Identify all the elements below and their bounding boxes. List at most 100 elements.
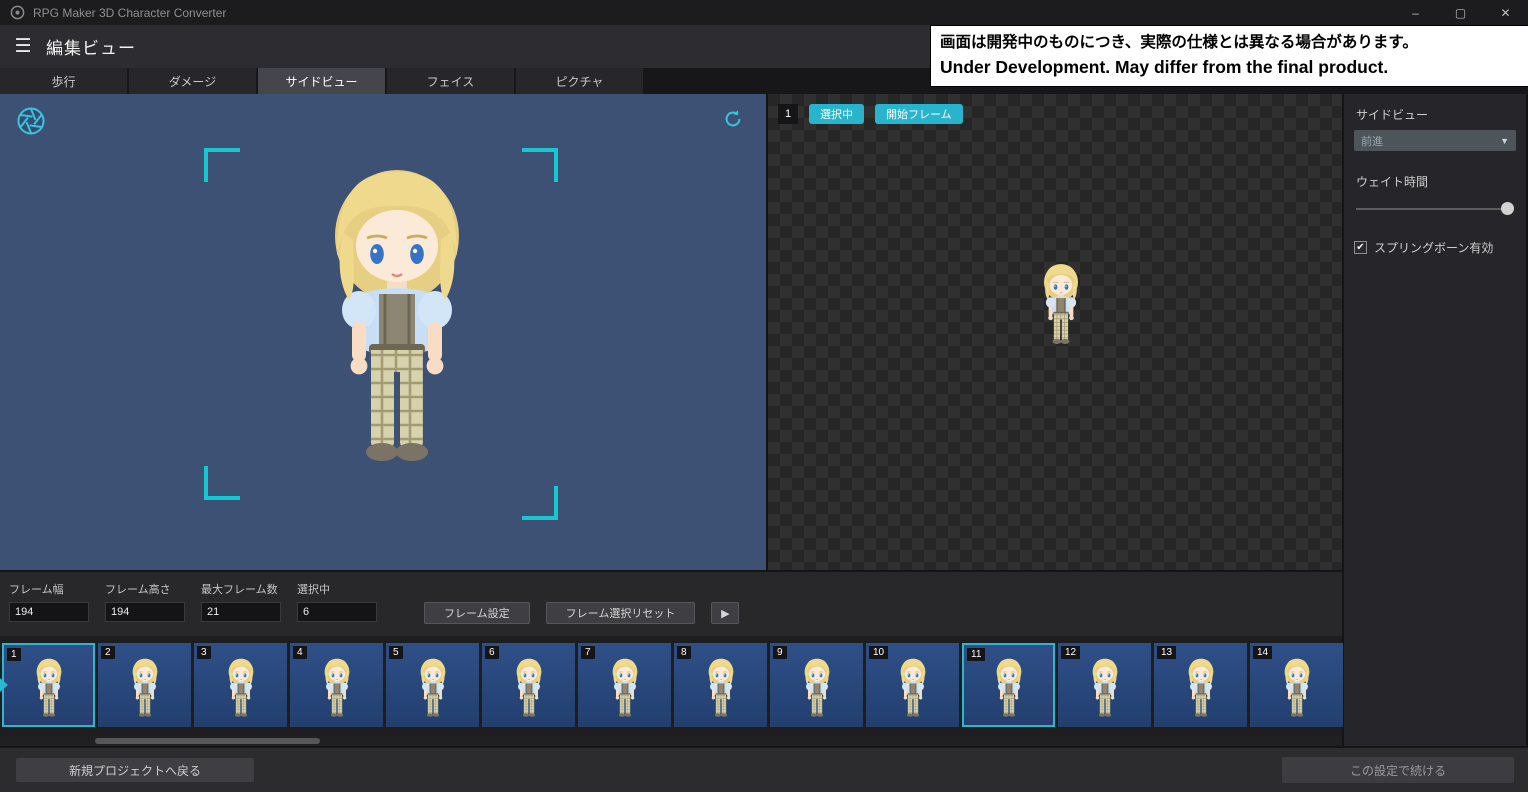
spring-bone-row: ✔ スプリングボーン有効 xyxy=(1354,239,1516,256)
character-model-3d xyxy=(277,152,517,472)
filmstrip-wrap: 1 2 3 4 5 6 7 8 xyxy=(0,636,1342,736)
tab-ダメージ[interactable]: ダメージ xyxy=(129,68,256,94)
page-title: 編集ビュー xyxy=(46,34,136,59)
spring-bone-label: スプリングボーン有効 xyxy=(1374,239,1493,256)
frame-thumbnail-11[interactable]: 11 xyxy=(962,643,1055,727)
capture-aperture-icon[interactable] xyxy=(16,106,46,136)
back-to-new-project-button[interactable]: 新規プロジェクトへ戻る xyxy=(16,758,254,782)
frame-thumbnail-number: 9 xyxy=(773,646,787,659)
frame-thumbnail-number: 8 xyxy=(677,646,691,659)
rotate-view-icon[interactable] xyxy=(722,108,744,130)
max-frames-group: 最大フレーム数 xyxy=(201,581,288,622)
continue-with-settings-button[interactable]: この設定で続ける xyxy=(1282,757,1514,783)
wait-time-label: ウェイト時間 xyxy=(1356,173,1516,190)
tab-label: ダメージ xyxy=(169,73,216,90)
frame-bracket-top-left xyxy=(204,148,240,182)
current-frame-indicator-icon xyxy=(0,678,8,692)
tab-サイドビュー[interactable]: サイドビュー xyxy=(258,68,385,94)
frame-width-group: フレーム幅 xyxy=(9,581,96,622)
filmstrip-scrollbar-thumb[interactable] xyxy=(95,738,320,744)
frame-thumbnail-14[interactable]: 14 xyxy=(1250,643,1343,727)
frame-height-group: フレーム高さ xyxy=(105,581,192,622)
frame-thumbnail-number: 13 xyxy=(1157,646,1176,659)
wait-time-slider[interactable] xyxy=(1354,201,1516,217)
dev-notice-english: Under Development. May differ from the f… xyxy=(940,56,1519,79)
frame-thumbnail-1[interactable]: 1 xyxy=(2,643,95,727)
app-logo-icon xyxy=(10,5,25,20)
left-column: 1 選択中 開始フレーム フレーム幅 フレーム高さ 最大フレーム数 xyxy=(0,94,1342,746)
tab-label: サイドビュー xyxy=(285,73,357,90)
frame-thumbnail-number: 1 xyxy=(7,648,21,661)
main-content: 1 選択中 開始フレーム フレーム幅 フレーム高さ 最大フレーム数 xyxy=(0,94,1528,746)
frame-thumbnail-sprite xyxy=(121,655,169,719)
window-controls: – ▢ ✕ xyxy=(1393,0,1528,25)
frame-thumbnail-sprite xyxy=(985,655,1033,719)
direction-dropdown[interactable]: 前進 ▼ xyxy=(1354,130,1516,151)
frame-thumbnail-7[interactable]: 7 xyxy=(578,643,671,727)
sprite-output-panel[interactable]: 1 選択中 開始フレーム xyxy=(768,94,1342,570)
frame-thumbnail-sprite xyxy=(697,655,745,719)
frame-thumbnail-number: 10 xyxy=(869,646,888,659)
sprite-controls: 1 選択中 開始フレーム xyxy=(778,104,963,124)
slider-track xyxy=(1356,208,1514,210)
frame-thumbnail-sprite xyxy=(25,655,73,719)
frame-thumbnail-sprite xyxy=(889,655,937,719)
frame-thumbnail-number: 5 xyxy=(389,646,403,659)
character-sprite xyxy=(1028,259,1094,347)
frame-thumbnail-9[interactable]: 9 xyxy=(770,643,863,727)
close-icon[interactable]: ✕ xyxy=(1483,0,1528,25)
frame-thumbnail-number: 2 xyxy=(101,646,115,659)
frame-thumbnail-number: 12 xyxy=(1061,646,1080,659)
frame-thumbnail-number: 3 xyxy=(197,646,211,659)
frame-thumbnail-2[interactable]: 2 xyxy=(98,643,191,727)
frame-thumbnail-4[interactable]: 4 xyxy=(290,643,383,727)
minimize-icon[interactable]: – xyxy=(1393,0,1438,25)
frame-config-button[interactable]: フレーム設定 xyxy=(424,602,530,624)
spring-bone-checkbox[interactable]: ✔ xyxy=(1354,241,1367,254)
tab-label: 歩行 xyxy=(51,73,75,90)
frame-thumbnail-3[interactable]: 3 xyxy=(194,643,287,727)
slider-handle[interactable] xyxy=(1501,202,1514,215)
frame-thumbnail-sprite xyxy=(1273,655,1321,719)
frame-bracket-bottom-right xyxy=(522,486,558,520)
tab-フェイス[interactable]: フェイス xyxy=(387,68,514,94)
frame-thumbnail-sprite xyxy=(505,655,553,719)
play-button[interactable]: ▶ xyxy=(711,602,739,624)
titlebar: RPG Maker 3D Character Converter – ▢ ✕ xyxy=(0,0,1528,25)
frame-thumbnail-5[interactable]: 5 xyxy=(386,643,479,727)
frame-thumbnail-13[interactable]: 13 xyxy=(1154,643,1247,727)
frame-thumbnail-sprite xyxy=(793,655,841,719)
dev-notice-japanese: 画面は開発中のものにつき、実際の仕様とは異なる場合があります。 xyxy=(940,31,1519,56)
tab-歩行[interactable]: 歩行 xyxy=(0,68,127,94)
filmstrip-scrollbar[interactable] xyxy=(0,736,1342,746)
frame-thumbnail-12[interactable]: 12 xyxy=(1058,643,1151,727)
tab-ピクチャ[interactable]: ピクチャ xyxy=(516,68,643,94)
maximize-icon[interactable]: ▢ xyxy=(1438,0,1483,25)
tab-label: フェイス xyxy=(427,73,475,90)
frame-thumbnail-sprite xyxy=(409,655,457,719)
frame-width-input[interactable] xyxy=(9,602,89,622)
bottom-bar: 新規プロジェクトへ戻る この設定で続ける xyxy=(0,746,1528,792)
selected-button[interactable]: 選択中 xyxy=(809,104,864,124)
frame-width-label: フレーム幅 xyxy=(9,581,96,597)
frame-thumbnail-6[interactable]: 6 xyxy=(482,643,575,727)
tab-label: ピクチャ xyxy=(556,73,604,90)
frame-thumbnail-sprite xyxy=(313,655,361,719)
check-icon: ✔ xyxy=(1356,242,1364,253)
sidebar: サイドビュー 前進 ▼ ウェイト時間 ✔ スプリングボーン有効 xyxy=(1344,94,1526,746)
frame-height-input[interactable] xyxy=(105,602,185,622)
frame-thumbnail-10[interactable]: 10 xyxy=(866,643,959,727)
filmstrip: 1 2 3 4 5 6 7 8 xyxy=(0,636,1342,727)
selected-count-input[interactable] xyxy=(297,602,377,622)
max-frames-label: 最大フレーム数 xyxy=(201,581,288,597)
frame-thumbnail-sprite xyxy=(601,655,649,719)
hamburger-menu-icon[interactable]: ☰ xyxy=(0,35,46,58)
play-icon: ▶ xyxy=(721,607,729,620)
max-frames-input[interactable] xyxy=(201,602,281,622)
frame-thumbnail-number: 11 xyxy=(967,648,985,661)
preview-3d-viewport[interactable] xyxy=(0,94,766,570)
start-frame-button[interactable]: 開始フレーム xyxy=(875,104,963,124)
frame-selection-reset-button[interactable]: フレーム選択リセット xyxy=(546,602,696,624)
frame-thumbnail-8[interactable]: 8 xyxy=(674,643,767,727)
selected-count-group: 選択中 xyxy=(297,581,384,622)
